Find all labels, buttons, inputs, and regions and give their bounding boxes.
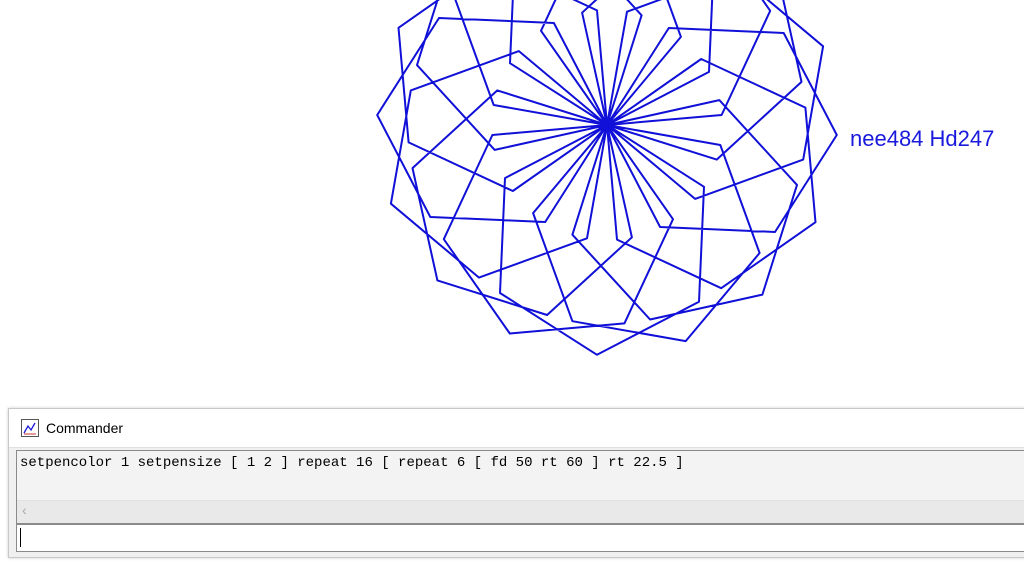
- commander-title: Commander: [46, 420, 124, 436]
- scroll-left-icon[interactable]: ‹: [22, 502, 27, 518]
- commander-titlebar[interactable]: Commander: [9, 409, 1024, 448]
- drawing-canvas[interactable]: nee484 Hd247: [0, 0, 1024, 405]
- rosette-path: [376, 0, 838, 356]
- command-input[interactable]: [17, 525, 1024, 551]
- history-text: setpencolor 1 setpensize [ 1 2 ] repeat …: [20, 455, 684, 471]
- commander-window[interactable]: Commander setpencolor 1 setpensize [ 1 2…: [8, 408, 1024, 558]
- app-logo-icon: [21, 419, 39, 437]
- command-history[interactable]: setpencolor 1 setpensize [ 1 2 ] repeat …: [16, 450, 1024, 524]
- command-input-box[interactable]: [16, 524, 1024, 552]
- turtle-drawing: [376, 0, 838, 356]
- horizontal-scrollbar[interactable]: ‹: [17, 500, 1024, 523]
- canvas-label: nee484 Hd247: [850, 126, 995, 151]
- text-caret: [20, 528, 21, 547]
